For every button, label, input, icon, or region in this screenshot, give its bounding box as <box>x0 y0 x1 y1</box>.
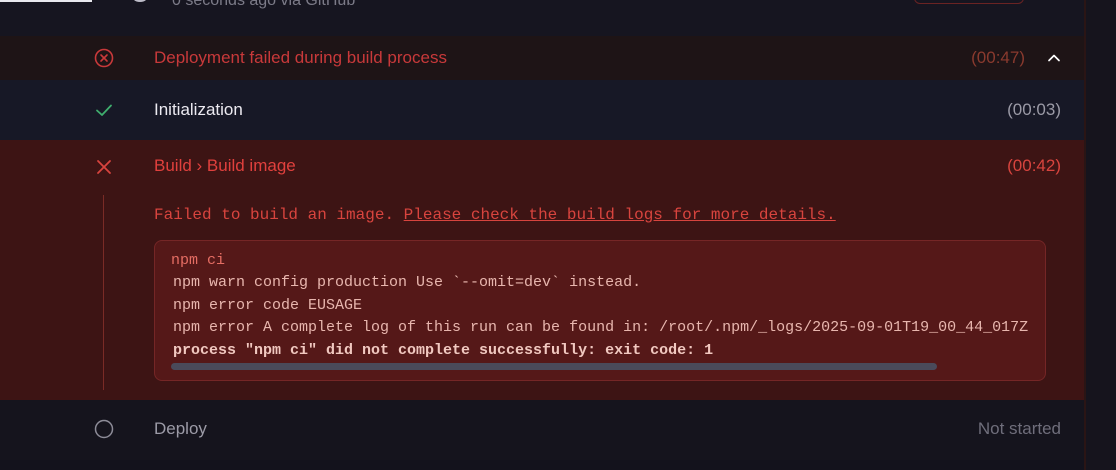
log-line: npm warn config production Use `--omit=d… <box>173 274 642 291</box>
step-deploy[interactable]: Deploy Not started <box>0 400 1084 460</box>
log-line: npm error A complete log of this run can… <box>173 319 1029 336</box>
x-icon <box>97 160 111 174</box>
step-build[interactable]: Build › Build image (00:42) Failed to bu… <box>0 140 1084 400</box>
step-initialization[interactable]: Initialization (00:03) <box>0 80 1084 140</box>
active-tab-indicator <box>0 0 92 2</box>
step-label: Initialization <box>154 100 243 119</box>
step-status: Not started <box>977 419 1061 438</box>
circle-icon <box>94 419 114 439</box>
deployment-source: 0 seconds ago via GitHub <box>172 0 356 9</box>
deployment-summary: Deployment failed during build process (… <box>0 36 1084 80</box>
chevron-up-icon[interactable] <box>1046 50 1062 66</box>
log-command: npm ci <box>171 252 226 269</box>
summary-title: Deployment failed during build process <box>154 48 447 67</box>
check-icon <box>96 104 112 116</box>
step-duration: (00:03) <box>1007 100 1061 119</box>
summary-duration: (00:47) <box>971 48 1025 67</box>
log-horizontal-scrollbar[interactable] <box>171 363 937 370</box>
github-icon <box>134 0 146 2</box>
x-circle-icon <box>94 48 114 68</box>
error-text: Failed to build an image. <box>154 206 395 224</box>
step-connector <box>103 195 104 390</box>
log-line: npm error code EUSAGE <box>173 297 363 314</box>
build-error-message: Failed to build an image. Please check t… <box>154 206 836 224</box>
build-log-output[interactable]: npm ci npm warn config production Use `-… <box>154 240 1046 381</box>
deployment-header: 0 seconds ago via GitHub <box>0 0 1084 36</box>
build-logs-link[interactable]: Please check the build logs for more det… <box>404 206 836 224</box>
log-result-line: process "npm ci" did not complete succes… <box>173 342 714 359</box>
step-label: Build › Build image <box>154 156 296 175</box>
side-panel <box>1086 0 1116 470</box>
step-duration: (00:42) <box>1007 156 1061 175</box>
step-label: Deploy <box>154 419 207 438</box>
header-action-button[interactable] <box>914 0 1024 4</box>
